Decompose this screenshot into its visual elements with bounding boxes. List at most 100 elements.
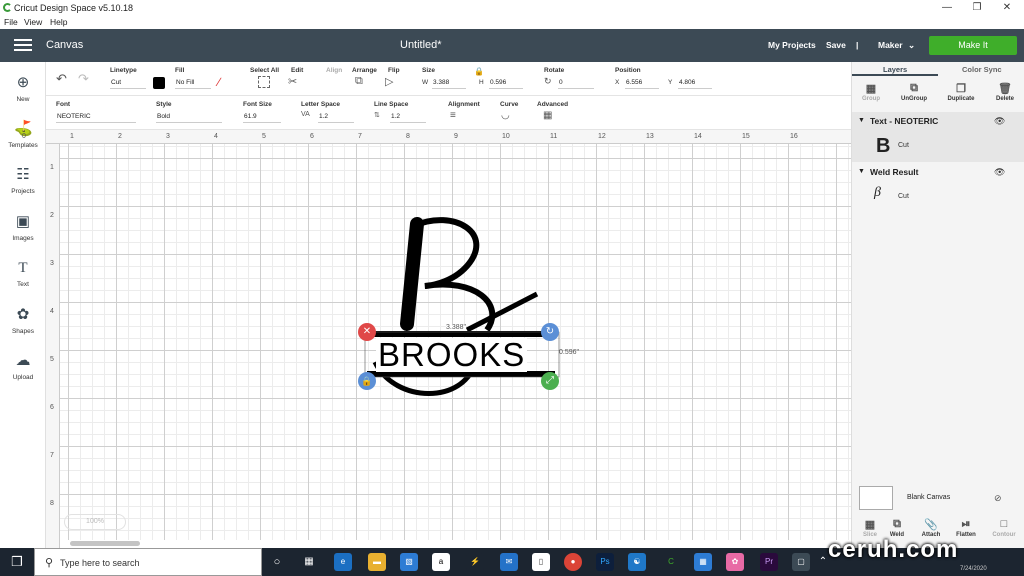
edge-icon[interactable]: e — [334, 553, 352, 571]
group-button[interactable]: ▦ Group — [853, 82, 889, 102]
lock-icon[interactable]: 🔒 — [474, 67, 484, 76]
fill-select[interactable]: No Fill — [175, 77, 211, 89]
font-select[interactable]: NEOTERIC — [56, 111, 136, 123]
attach-button[interactable]: 📎 Attach — [913, 518, 949, 538]
contour-button[interactable]: □ Contour — [986, 518, 1022, 538]
position-y-input[interactable]: 4.806 — [678, 77, 712, 89]
eye-icon[interactable]: 👁 — [994, 116, 1005, 127]
blank-canvas-swatch[interactable] — [859, 486, 893, 510]
tab-color-sync[interactable]: Color Sync — [962, 65, 1002, 74]
sidebar-item-text[interactable]: T Text — [0, 259, 46, 288]
flatten-button[interactable]: ⏯ Flatten — [948, 518, 984, 538]
flip-icon[interactable]: ▷ — [385, 75, 393, 88]
file-explorer-icon[interactable]: ▬ — [368, 553, 386, 571]
make-it-button[interactable]: Make It — [929, 36, 1017, 55]
delete-handle-icon[interactable]: ✕ — [358, 323, 376, 341]
rotate-input[interactable]: 0 — [558, 77, 594, 89]
ungroup-label: UnGroup — [901, 96, 927, 102]
horizontal-scrollbar[interactable] — [70, 541, 140, 546]
task-view-icon[interactable]: ▦ — [300, 553, 318, 571]
top-ruler: 0 1 2 3 4 5 6 7 8 9 10 11 12 13 14 15 16 — [22, 130, 851, 144]
letter-space-input[interactable]: 1.2 — [318, 111, 354, 123]
design-text[interactable]: BROOKS — [376, 338, 528, 372]
sidebar-item-images[interactable]: ▣ Images — [0, 213, 46, 242]
maximize-icon[interactable]: ❐ — [962, 0, 992, 16]
height-input[interactable]: 0.596 — [489, 77, 523, 89]
rotate-icon: ↻ — [544, 76, 552, 86]
chevron-down-icon[interactable]: ▼ — [858, 117, 865, 124]
app-icon[interactable]: ⚡ — [466, 553, 484, 571]
photoshop-icon[interactable]: Ps — [596, 553, 614, 571]
file-icon[interactable]: ▯ — [532, 553, 550, 571]
width-input[interactable]: 3.388 — [432, 77, 466, 89]
layer-group-text[interactable]: ▼ Text - NEOTERIC 👁 B Cut — [852, 112, 1024, 162]
select-all-label[interactable]: Select All — [250, 67, 279, 74]
left-ruler: 1 2 3 4 5 6 7 8 — [46, 144, 60, 548]
app-icon-2[interactable]: ☯ — [628, 553, 646, 571]
sidebar-item-projects[interactable]: ☷ Projects — [0, 166, 46, 195]
cricut-taskbar-icon[interactable]: C — [662, 553, 680, 571]
hamburger-menu-icon[interactable] — [14, 39, 32, 51]
taskbar-search-input[interactable]: ⚲ Type here to search — [34, 548, 262, 576]
tab-layers[interactable]: Layers — [883, 65, 907, 74]
weld-button[interactable]: ⧉ Weld — [879, 518, 915, 538]
app-icon-4[interactable]: ▢ — [792, 553, 810, 571]
layer-group-weld[interactable]: ▼ Weld Result 👁 β Cut — [852, 163, 1024, 213]
duplicate-button[interactable]: ❐ Duplicate — [943, 82, 979, 102]
arrange-icon[interactable]: ⧉ — [355, 75, 363, 88]
position-x-input[interactable]: 6.556 — [625, 77, 659, 89]
cortana-icon[interactable]: ○ — [268, 553, 286, 571]
resize-handle-icon[interactable]: ⤢ — [541, 372, 559, 390]
delete-button[interactable]: 🗑 Delete — [987, 82, 1023, 102]
style-select[interactable]: Bold — [156, 111, 222, 123]
size-label: Size — [422, 67, 436, 74]
store-icon[interactable]: ▧ — [400, 553, 418, 571]
curve-icon[interactable]: ◡ — [501, 110, 510, 121]
font-size-input[interactable]: 61.9 — [243, 111, 281, 123]
chrome-icon[interactable]: ● — [564, 553, 582, 571]
redo-icon[interactable]: ↷ — [78, 71, 89, 87]
linetype-select[interactable]: Cut — [110, 77, 146, 89]
line-space-input[interactable]: 1.2 — [390, 111, 426, 123]
scissors-icon[interactable]: ✂ — [288, 75, 297, 88]
menu-help[interactable]: Help — [50, 17, 67, 27]
curve-label: Curve — [500, 101, 519, 108]
photos-icon[interactable]: ✿ — [726, 553, 744, 571]
ruler-tick-label: 1 — [50, 164, 54, 171]
sidebar-item-shapes[interactable]: ✿ Shapes — [0, 306, 46, 335]
select-all-icon[interactable] — [258, 76, 270, 88]
amazon-icon[interactable]: a — [432, 553, 450, 571]
rotate-handle-icon[interactable]: ↻ — [541, 323, 559, 341]
mail-icon[interactable]: ✉ — [500, 553, 518, 571]
windows-start-icon[interactable]: ❒ — [0, 548, 34, 576]
arrange-label[interactable]: Arrange — [352, 67, 377, 74]
edit-label[interactable]: Edit — [291, 67, 303, 74]
app-icon-3[interactable]: ▦ — [694, 553, 712, 571]
lock-handle-icon[interactable]: 🔒 — [358, 372, 376, 390]
premiere-icon[interactable]: Pr — [760, 553, 778, 571]
undo-icon[interactable]: ↶ — [56, 71, 67, 87]
alignment-icon[interactable]: ≡ — [450, 110, 456, 121]
sidebar-item-upload[interactable]: ☁ Upload — [0, 352, 46, 381]
advanced-icon[interactable]: ▦ — [543, 110, 552, 121]
sidebar-item-new[interactable]: ⊕ New — [0, 74, 46, 103]
flip-label[interactable]: Flip — [388, 67, 400, 74]
menu-view[interactable]: View — [24, 17, 42, 27]
eye-icon[interactable]: 👁 — [994, 167, 1005, 178]
zoom-control[interactable]: 100% — [64, 514, 126, 530]
close-icon[interactable]: ✕ — [992, 0, 1022, 16]
align-label[interactable]: Align — [326, 67, 342, 74]
chevron-down-icon[interactable]: ⌄ — [908, 40, 915, 51]
linetype-color-swatch[interactable] — [153, 77, 165, 89]
ruler-tick-label: 4 — [50, 308, 54, 315]
eye-hidden-icon[interactable]: ⊘ — [994, 493, 1002, 504]
menu-file[interactable]: File — [4, 17, 18, 27]
machine-select[interactable]: Maker — [878, 40, 903, 50]
chevron-down-icon[interactable]: ▼ — [858, 168, 865, 175]
save-button[interactable]: Save — [826, 40, 846, 50]
minimize-icon[interactable]: — — [932, 0, 962, 16]
my-projects-link[interactable]: My Projects — [768, 40, 816, 50]
document-title[interactable]: Untitled* — [400, 39, 442, 51]
no-fill-icon[interactable]: ∕ — [218, 75, 220, 89]
ungroup-button[interactable]: ⧉ UnGroup — [896, 82, 932, 102]
